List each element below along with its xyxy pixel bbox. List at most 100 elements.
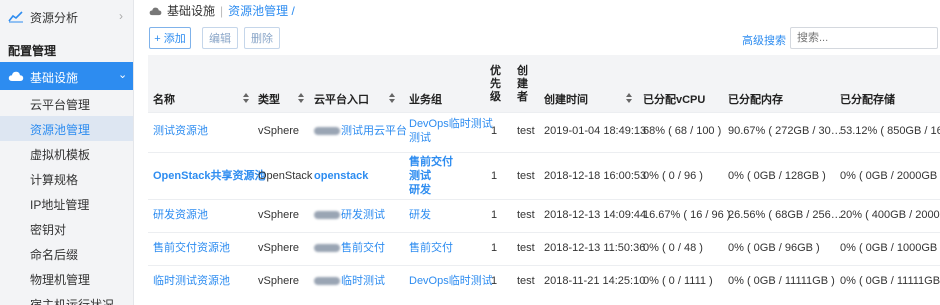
column-header-created[interactable]: 创建时间	[544, 91, 588, 107]
vcpu-allocation: 68% ( 68 / 100 )	[643, 125, 722, 137]
sidebar-item-label: IP地址管理	[30, 198, 90, 212]
cloud-icon	[8, 71, 24, 81]
pool-name-link[interactable]: 研发资源池	[153, 209, 208, 222]
sidebar-item-compute-spec[interactable]: 计算规格	[0, 166, 133, 191]
sidebar-item-label: 资源分析	[30, 11, 79, 25]
sidebar-section-title: 配置管理	[8, 44, 57, 58]
cloud-entry-label: 售前交付	[341, 242, 385, 254]
pool-name-link[interactable]: 临时测试资源池	[153, 275, 230, 288]
table-row[interactable]: 售前交付资源池 vSphere 售前交付 售前交付 1 test 2018-12…	[148, 232, 940, 265]
creator-value: test	[517, 242, 535, 254]
group-link[interactable]: 测试	[409, 170, 431, 183]
group-link[interactable]: 研发	[409, 184, 431, 197]
pool-type: vSphere	[258, 275, 299, 287]
vcpu-allocation: 0% ( 0 / 48 )	[643, 242, 703, 254]
group-link[interactable]: 售前交付	[409, 242, 453, 255]
cloud-entry-link[interactable]: 测试用云平台	[314, 125, 407, 138]
cloud-icon	[149, 7, 162, 15]
pool-type: vSphere	[258, 125, 299, 137]
pool-type: OpenStack	[258, 170, 313, 182]
table-row[interactable]: 测试资源池 vSphere 测试用云平台 DevOps临时测试 测试 1 tes…	[148, 112, 940, 152]
redacted-mark	[314, 211, 340, 220]
sidebar-item-label: 宿主机运行状况	[30, 298, 115, 305]
created-time: 2019-01-04 18:49:13	[544, 125, 647, 137]
sidebar-item-naming-suffix[interactable]: 命名后缀	[0, 241, 133, 266]
creator-value: test	[517, 209, 535, 221]
storage-allocation: 0% ( 0GB / 2000GB )	[840, 170, 940, 182]
breadcrumb-separator: |	[220, 3, 224, 18]
vcpu-allocation: 16.67% ( 16 / 96 )	[643, 209, 731, 221]
cloud-entry-label: 研发测试	[341, 209, 385, 221]
main-content: 基础设施 | 资源池管理 / + 添加 编辑 删除 高级搜索 名称 类型 云平台…	[134, 0, 940, 305]
add-button[interactable]: + 添加	[149, 27, 191, 49]
storage-allocation: 20% ( 400GB / 2000…	[840, 209, 940, 221]
column-header-entry[interactable]: 云平台入口	[314, 91, 369, 107]
advanced-search-link[interactable]: 高级搜索	[742, 32, 786, 48]
pool-type: vSphere	[258, 242, 299, 254]
pool-type: vSphere	[258, 209, 299, 221]
cloud-entry-link[interactable]: 临时测试	[314, 275, 385, 288]
cloud-entry-label: 临时测试	[341, 275, 385, 287]
group-link[interactable]: 售前交付	[409, 156, 453, 169]
sidebar-item-label: 资源池管理	[30, 123, 91, 137]
sidebar-item-resource-analysis[interactable]: 资源分析 ›	[0, 0, 133, 32]
sidebar-item-label: 云平台管理	[30, 98, 91, 112]
cloud-entry-link[interactable]: openstack	[314, 170, 368, 183]
cloud-entry-link[interactable]: 售前交付	[314, 242, 385, 255]
priority-value: 1	[491, 242, 498, 254]
priority-value: 1	[491, 275, 498, 287]
sidebar-item-resource-pool[interactable]: 资源池管理	[0, 116, 133, 141]
created-time: 2018-12-13 14:09:44	[544, 209, 647, 221]
sidebar-item-vm-template[interactable]: 虚拟机模板	[0, 141, 133, 166]
sidebar-item-host-status[interactable]: 宿主机运行状况	[0, 291, 133, 305]
table-row[interactable]: 研发资源池 vSphere 研发测试 研发 1 test 2018-12-13 …	[148, 199, 940, 232]
storage-allocation: 53.12% ( 850GB / 16…	[840, 125, 940, 137]
table-row[interactable]: 临时测试资源池 vSphere 临时测试 DevOps临时测试 1 test 2…	[148, 265, 940, 301]
pool-name-link[interactable]: OpenStack共享资源池	[153, 170, 265, 183]
memory-allocation: 0% ( 0GB / 11111GB )	[728, 275, 835, 287]
memory-allocation: 0% ( 0GB / 128GB )	[728, 170, 826, 182]
search-input[interactable]	[790, 27, 938, 49]
sidebar-item-cloud-platform[interactable]: 云平台管理	[0, 91, 133, 116]
sidebar-item-label: 密钥对	[30, 223, 67, 237]
sidebar-group-infrastructure[interactable]: 基础设施 ⌄	[0, 62, 133, 90]
pool-name-link[interactable]: 测试资源池	[153, 125, 208, 138]
line-chart-icon	[8, 11, 23, 23]
storage-allocation: 0% ( 0GB / 11111GB )	[840, 275, 940, 287]
edit-button[interactable]: 编辑	[202, 27, 238, 49]
cloud-entry-label: 测试用云平台	[341, 125, 407, 137]
storage-allocation: 0% ( 0GB / 1000GB )	[840, 242, 940, 254]
sidebar-item-ip-address[interactable]: IP地址管理	[0, 191, 133, 216]
redacted-mark	[314, 277, 340, 286]
vcpu-allocation: 0% ( 0 / 96 )	[643, 170, 703, 182]
memory-allocation: 0% ( 0GB / 96GB )	[728, 242, 820, 254]
sidebar-item-label: 计算规格	[30, 173, 79, 187]
group-link[interactable]: 研发	[409, 209, 431, 222]
table-row[interactable]: OpenStack共享资源池 OpenStack openstack 售前交付 …	[148, 152, 940, 199]
column-header-type[interactable]: 类型	[258, 91, 280, 107]
group-link[interactable]: DevOps临时测试	[409, 275, 493, 288]
pool-name-link[interactable]: 售前交付资源池	[153, 242, 230, 255]
vcpu-allocation: 0% ( 0 / 1111 )	[643, 275, 713, 287]
column-header-priority: 优先级	[490, 65, 501, 103]
redacted-mark	[314, 127, 340, 136]
sort-icon[interactable]	[389, 93, 397, 103]
delete-button[interactable]: 删除	[244, 27, 280, 49]
sort-icon[interactable]	[243, 93, 251, 103]
created-time: 2018-12-18 16:00:53	[544, 170, 647, 182]
group-link[interactable]: 测试	[409, 132, 431, 145]
creator-value: test	[517, 275, 535, 287]
column-header-creator: 创建者	[517, 65, 528, 103]
cloud-entry-link[interactable]: 研发测试	[314, 209, 385, 222]
sort-icon[interactable]	[298, 93, 306, 103]
sort-icon[interactable]	[626, 93, 634, 103]
priority-value: 1	[491, 209, 498, 221]
breadcrumb-current[interactable]: 资源池管理 /	[228, 2, 295, 19]
group-link[interactable]: DevOps临时测试	[409, 118, 493, 131]
sidebar-item-key-pair[interactable]: 密钥对	[0, 216, 133, 241]
breadcrumb-root[interactable]: 基础设施	[167, 2, 215, 19]
creator-value: test	[517, 125, 535, 137]
column-header-name[interactable]: 名称	[153, 91, 175, 107]
sidebar-item-physical-machine[interactable]: 物理机管理	[0, 266, 133, 291]
breadcrumb: 基础设施 | 资源池管理 /	[149, 2, 295, 19]
